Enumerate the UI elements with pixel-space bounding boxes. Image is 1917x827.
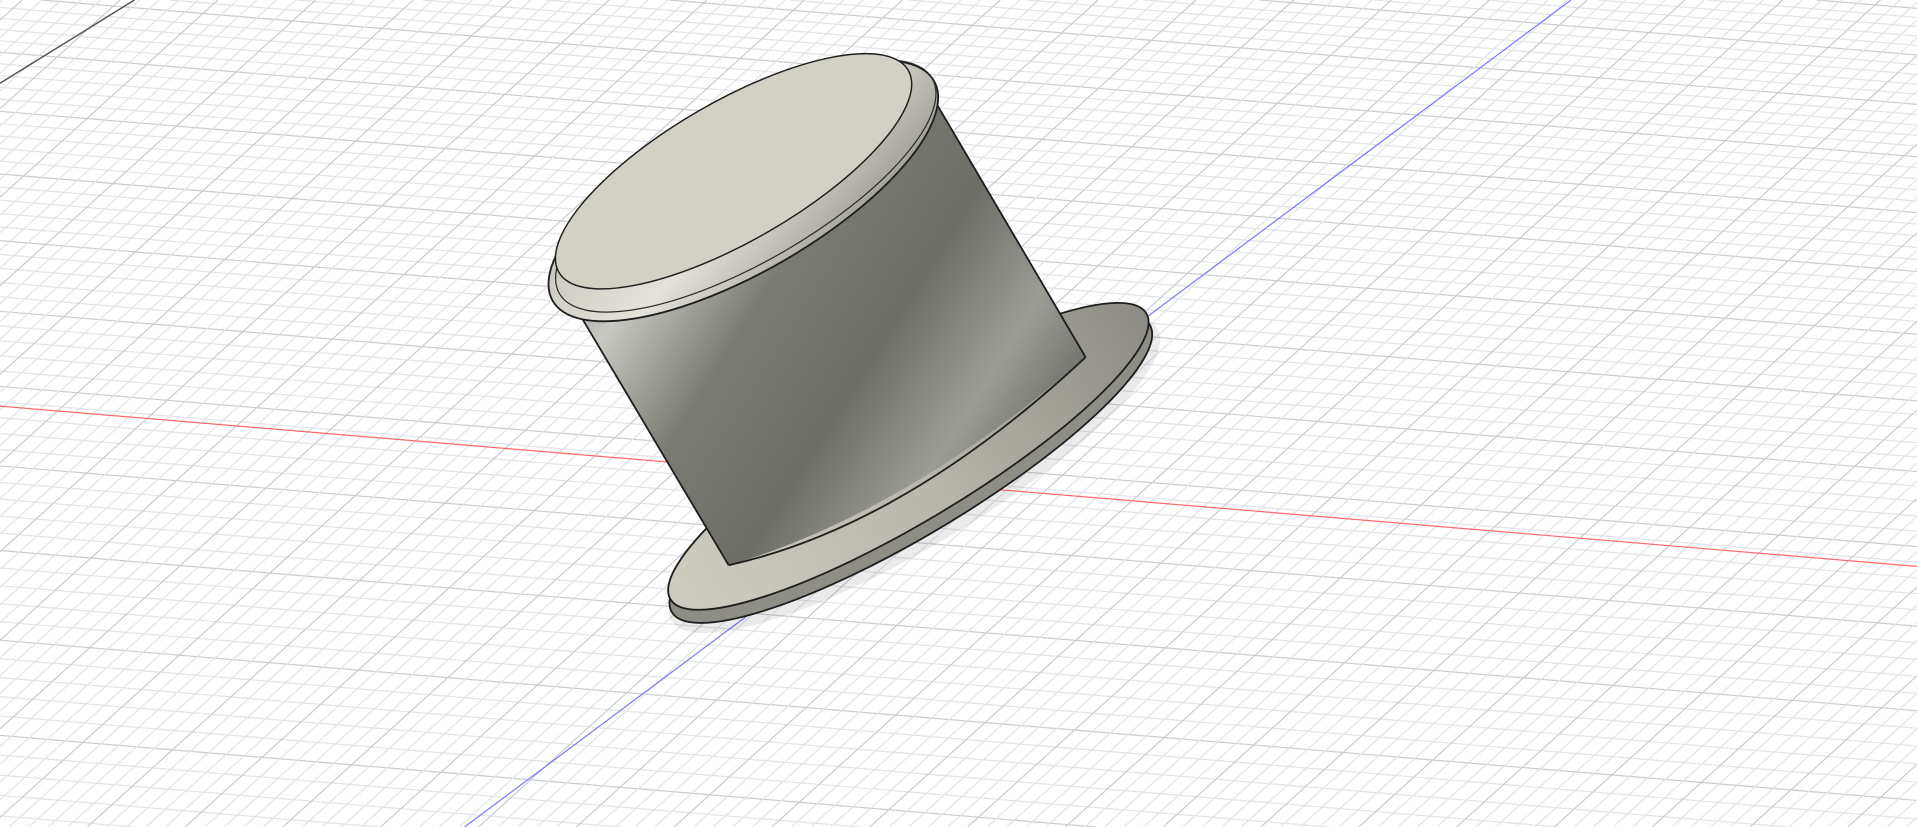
grid-line: [1730, 657, 1917, 827]
grid-line: [0, 0, 297, 269]
grid-line: [1816, 0, 1917, 9]
grid-line: [0, 0, 453, 411]
grid-line: [0, 0, 493, 446]
grid-line: [0, 0, 180, 163]
grid-line: [0, 0, 512, 464]
3d-viewport[interactable]: [0, 0, 1917, 827]
viewport-canvas[interactable]: [0, 0, 1917, 827]
grid-line: [1201, 179, 1917, 827]
grid-line: [1593, 533, 1917, 827]
grid-line: [0, 794, 379, 827]
grid-line: [1808, 728, 1917, 827]
grid-line: [0, 0, 101, 92]
grid-line: [1338, 303, 1917, 827]
grid-line: [1006, 1, 1917, 827]
grid-line: [0, 0, 590, 535]
grid-line: [0, 0, 277, 251]
grid-line: [1027, 0, 1917, 75]
grid-line: [0, 0, 375, 340]
grid-line: [1377, 338, 1917, 827]
grid-line: [1417, 374, 1917, 827]
grid-line: [1769, 692, 1917, 827]
grid-line: [1534, 480, 1917, 827]
grid-line: [1475, 427, 1917, 827]
grid-line: [1788, 710, 1917, 827]
grid-line: [1456, 409, 1917, 827]
grid-line: [0, 754, 860, 827]
grid-line: [0, 0, 571, 517]
grid-line: [1671, 604, 1917, 827]
grid-line: [0, 0, 23, 21]
grid-line: [1123, 108, 1917, 827]
grid-line: [1084, 72, 1917, 827]
grid-line: [0, 0, 414, 375]
grid-line: [0, 0, 4, 3]
grid-line: [1397, 356, 1917, 827]
grid-line: [1866, 781, 1917, 827]
grid-line: [0, 0, 219, 198]
grid-line: [1486, 0, 1917, 37]
grid-line: [1319, 285, 1917, 827]
grid-line: [1495, 444, 1917, 827]
cylinder-model[interactable]: [512, 10, 1194, 682]
grid-line: [1886, 799, 1917, 827]
grid-line: [0, 0, 473, 429]
grid-line: [1064, 55, 1917, 827]
